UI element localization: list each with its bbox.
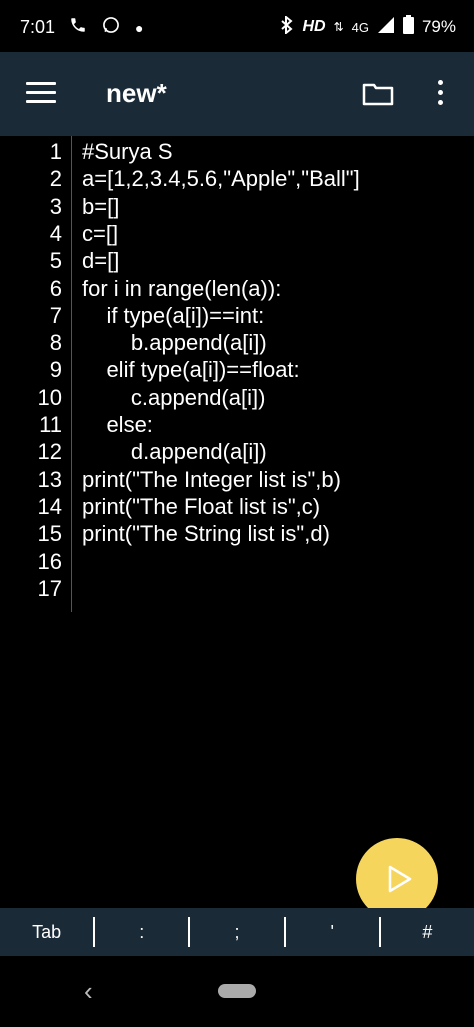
menu-icon[interactable] — [26, 82, 56, 104]
battery-level: 79% — [421, 17, 456, 36]
code-line[interactable]: 3 b=[] — [0, 193, 474, 220]
code-text[interactable]: #Surya S — [82, 138, 173, 165]
signal-icon — [377, 16, 395, 39]
code-text[interactable]: elif type(a[i])==float: — [82, 356, 299, 383]
code-text[interactable]: for i in range(len(a)): — [82, 275, 281, 302]
back-icon[interactable]: ‹ — [84, 976, 93, 1007]
shortcut-key-hash[interactable]: # — [378, 917, 474, 947]
code-text[interactable]: d.append(a[i]) — [82, 438, 267, 465]
code-line[interactable]: 15 print("The String list is",d) — [0, 520, 474, 547]
data-arrows-icon: ⇅ — [333, 20, 344, 34]
code-line[interactable]: 8 b.append(a[i]) — [0, 329, 474, 356]
code-line[interactable]: 11 else: — [0, 411, 474, 438]
code-text[interactable]: c.append(a[i]) — [82, 384, 266, 411]
code-line[interactable]: 4 c=[] — [0, 220, 474, 247]
shortcut-key-semicolon[interactable]: ; — [188, 917, 283, 947]
line-number: 11 — [39, 412, 62, 437]
line-number: 3 — [49, 193, 62, 219]
code-text[interactable]: print("The Float list is",c) — [82, 493, 320, 520]
code-line[interactable]: 14 print("The Float list is",c) — [0, 493, 474, 520]
line-number: 16 — [37, 548, 62, 574]
line-number: 9 — [49, 357, 62, 383]
network-label: HD — [302, 18, 326, 35]
code-line[interactable]: 2 a=[1,2,3.4,5.6,"Apple","Ball"] — [0, 165, 474, 192]
bluetooth-icon — [280, 14, 294, 39]
shortcut-key-quote[interactable]: ' — [283, 917, 379, 947]
phone-icon — [69, 16, 87, 39]
line-number: 12 — [37, 439, 62, 465]
code-text[interactable]: b.append(a[i]) — [82, 329, 267, 356]
code-text[interactable]: print("The String list is",d) — [82, 520, 330, 547]
line-number: 8 — [49, 330, 62, 356]
status-bar: 7:01 ● HD ⇅ 4G 79% — [0, 0, 474, 52]
play-icon — [388, 865, 412, 893]
code-text[interactable]: print("The Integer list is",b) — [82, 466, 341, 493]
line-number: 2 — [49, 166, 62, 192]
shortcut-bar: Tab : ; ' # — [0, 908, 474, 956]
code-line[interactable]: 5 d=[] — [0, 247, 474, 274]
file-title: new* — [106, 78, 167, 108]
code-line[interactable]: 10 c.append(a[i]) — [0, 384, 474, 411]
code-line[interactable]: 12 d.append(a[i]) — [0, 438, 474, 465]
code-line[interactable]: 1 #Surya S — [0, 138, 474, 165]
code-editor[interactable]: 1 #Surya S 2 a=[1,2,3.4,5.6,"Apple","Ball"]… — [0, 136, 474, 908]
code-text[interactable]: c=[] — [82, 220, 118, 247]
code-line[interactable]: 13 print("The Integer list is",b) — [0, 466, 474, 493]
battery-icon — [402, 15, 414, 39]
code-line[interactable]: 9 elif type(a[i])==float: — [0, 356, 474, 383]
line-number: 4 — [49, 220, 62, 246]
line-number: 14 — [37, 493, 62, 519]
line-number: 17 — [37, 575, 62, 601]
home-pill-icon[interactable] — [218, 984, 256, 998]
code-text[interactable]: a=[1,2,3.4,5.6,"Apple","Ball"] — [82, 165, 360, 192]
code-line[interactable]: 6 for i in range(len(a)): — [0, 275, 474, 302]
notification-dot-icon: ● — [135, 19, 144, 36]
folder-icon[interactable] — [362, 82, 394, 106]
code-line[interactable]: 16 — [0, 548, 474, 575]
status-time: 7:01 — [20, 17, 56, 37]
whatsapp-icon — [101, 15, 121, 40]
line-number: 15 — [37, 521, 62, 547]
line-number: 6 — [49, 275, 62, 301]
code-text[interactable]: b=[] — [82, 193, 119, 220]
code-text[interactable]: else: — [82, 411, 152, 438]
code-line[interactable]: 7 if type(a[i])==int: — [0, 302, 474, 329]
system-nav-bar: ‹ — [0, 956, 474, 1027]
line-number: 1 — [49, 139, 62, 164]
app-bar: new* — [0, 52, 474, 136]
signal-type: 4G — [351, 19, 369, 35]
line-number: 13 — [37, 466, 62, 492]
line-number: 10 — [37, 384, 62, 410]
line-number: 5 — [49, 248, 62, 274]
code-line[interactable]: 17 — [0, 575, 474, 602]
code-text[interactable]: d=[] — [82, 247, 119, 274]
code-text[interactable]: if type(a[i])==int: — [82, 302, 264, 329]
shortcut-key-colon[interactable]: : — [93, 917, 188, 947]
shortcut-key-tab[interactable]: Tab — [0, 917, 93, 947]
more-vert-icon[interactable] — [434, 80, 446, 110]
line-number: 7 — [49, 302, 62, 328]
